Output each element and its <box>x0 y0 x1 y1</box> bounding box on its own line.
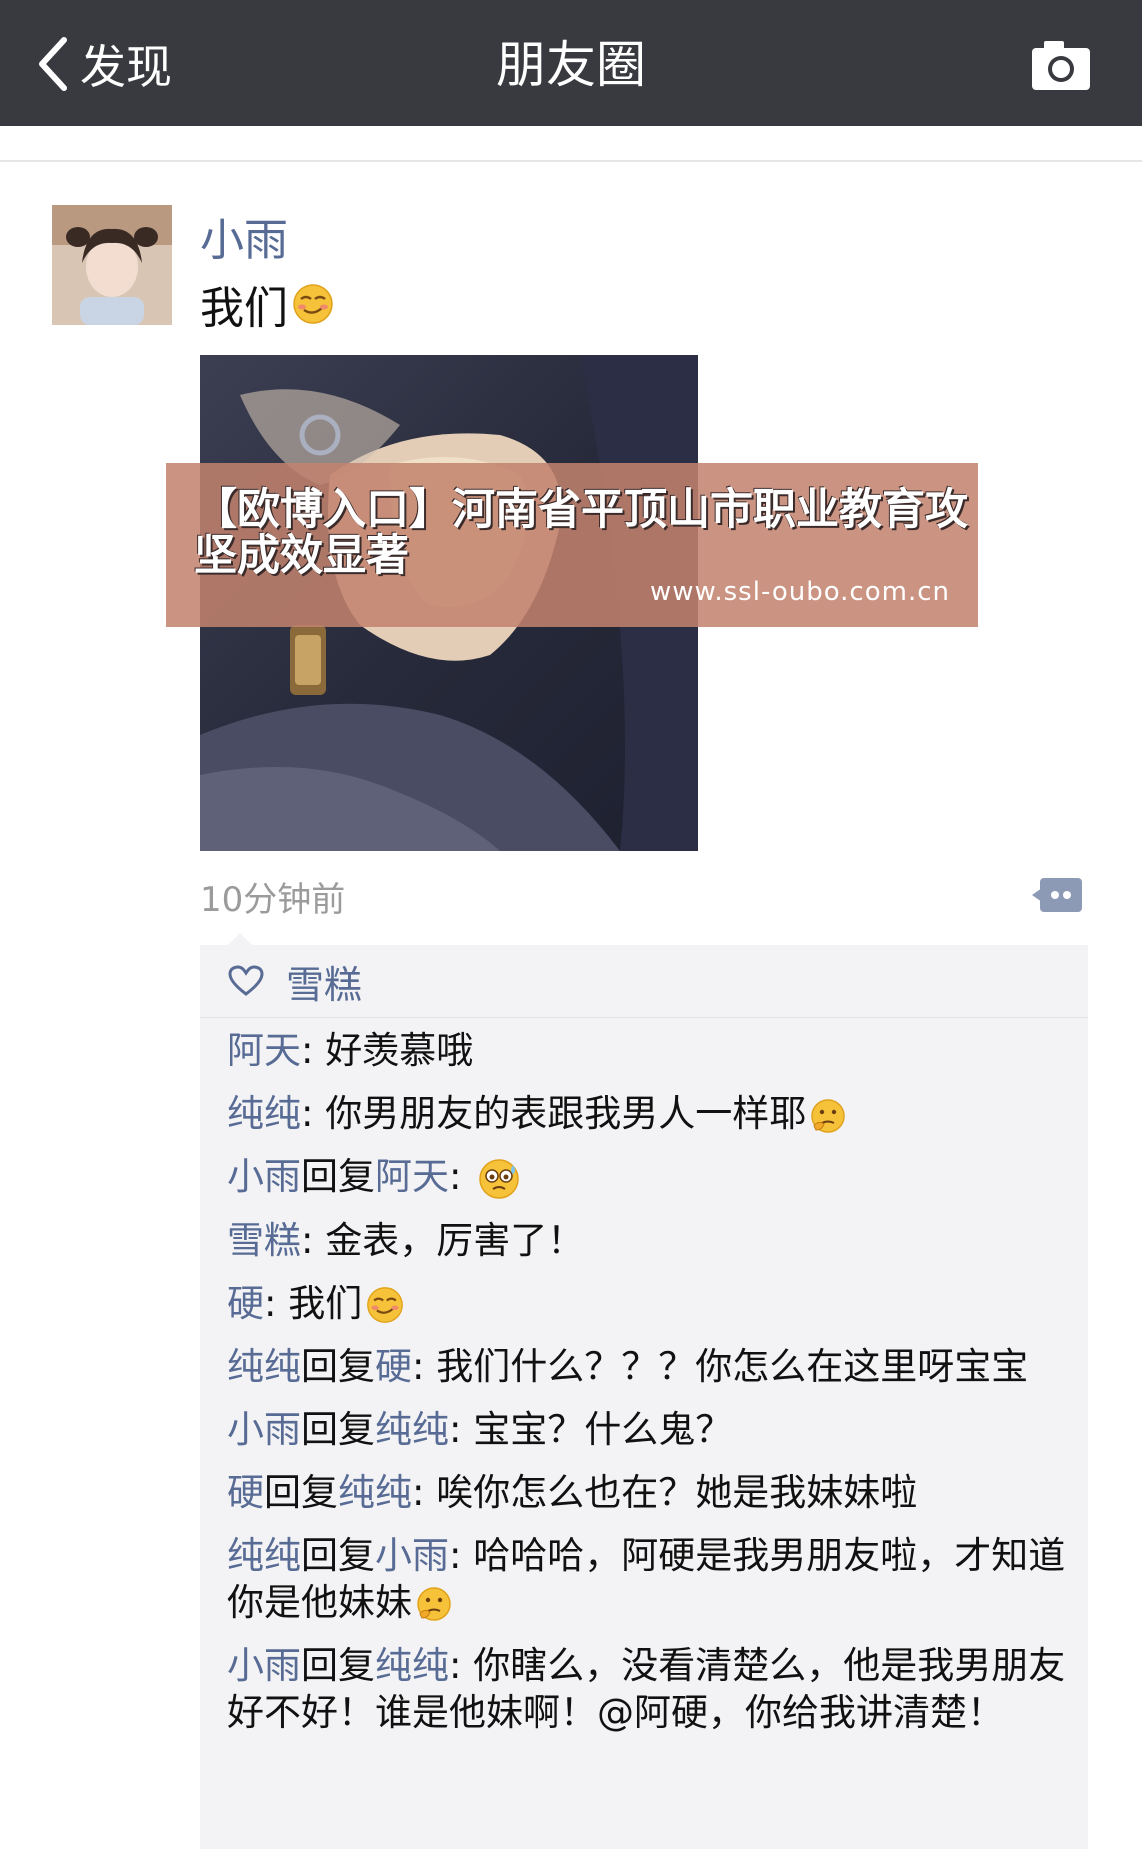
comment-text: 金表，厉害了！ <box>325 1218 585 1262</box>
comment-author[interactable]: 硬 <box>227 1282 264 1325</box>
post-author-name[interactable]: 小雨 <box>200 204 288 268</box>
comment-list: 阿天: 好羡慕哦 纯纯: 你男朋友的表跟我男人一样耶 小雨回复阿天: 雪糕: 金表，… <box>227 1027 1067 1752</box>
comment-colon: : <box>301 1218 326 1262</box>
like-user-name[interactable]: 雪糕 <box>286 954 362 1009</box>
avatar[interactable] <box>52 205 172 325</box>
comment-text: 好羡慕哦 <box>325 1029 474 1072</box>
reply-target[interactable]: 纯纯 <box>375 1408 449 1451</box>
comment-row[interactable]: 纯纯回复小雨: 哈哈哈，阿硬是我男朋友啦，才知道你是他妹妹 <box>227 1532 1067 1626</box>
reply-target[interactable]: 阿天 <box>375 1155 449 1198</box>
comment-author[interactable]: 雪糕 <box>227 1219 301 1262</box>
reply-target[interactable]: 小雨 <box>375 1534 449 1577</box>
top-separator <box>0 126 1142 162</box>
comment-author[interactable]: 阿天 <box>227 1029 301 1072</box>
comment-row[interactable]: 硬回复纯纯: 唉你怎么也在？她是我妹妹啦 <box>227 1469 1067 1516</box>
girl-avatar-icon <box>52 205 172 325</box>
comment-menu-icon[interactable] <box>1032 876 1084 914</box>
comment-colon: : <box>449 1643 474 1687</box>
reply-word: 回复 <box>301 1155 375 1198</box>
ad-title: 【欧博入口】河南省平顶山市职业教育攻坚成效显著 <box>194 485 968 581</box>
comment-author[interactable]: 纯纯 <box>227 1092 301 1135</box>
comment-colon: : <box>449 1155 474 1198</box>
comments-pointer <box>228 933 252 945</box>
comment-row[interactable]: 小雨回复阿天: <box>227 1153 1067 1201</box>
reply-word: 回复 <box>301 1643 375 1687</box>
comment-colon: : <box>412 1470 437 1514</box>
comment-colon: : <box>301 1029 326 1072</box>
reply-target[interactable]: 纯纯 <box>375 1644 449 1687</box>
comment-row[interactable]: 小雨回复纯纯: 你瞎么，没看清楚么，他是我男朋友好不好！谁是他妹啊！@阿硬，你给… <box>227 1642 1067 1736</box>
post-timestamp: 10分钟前 <box>200 880 346 920</box>
reply-word: 回复 <box>301 1407 375 1451</box>
comment-author[interactable]: 纯纯 <box>227 1534 301 1577</box>
comment-row[interactable]: 硬: 我们 <box>227 1280 1067 1327</box>
post-text: 我们 <box>200 272 334 336</box>
comment-row[interactable]: 纯纯: 你男朋友的表跟我男人一样耶 <box>227 1090 1067 1137</box>
comment-row[interactable]: 雪糕: 金表，厉害了！ <box>227 1217 1067 1264</box>
comment-author[interactable]: 硬 <box>227 1471 264 1514</box>
likes-row: 雪糕 <box>200 945 1088 1018</box>
reply-target[interactable]: 硬 <box>375 1345 412 1388</box>
comment-colon: : <box>301 1092 326 1135</box>
smug-emoji <box>293 284 333 324</box>
smug-emoji <box>367 1287 404 1323</box>
comment-text: 唉你怎么也在？她是我妹妹啦 <box>436 1470 918 1514</box>
reply-word: 回复 <box>264 1470 338 1514</box>
ad-banner[interactable]: 【欧博入口】河南省平顶山市职业教育攻坚成效显著 www.ssl-oubo.com… <box>166 463 978 627</box>
thinking-emoji <box>417 1587 451 1621</box>
comment-row[interactable]: 阿天: 好羡慕哦 <box>227 1027 1067 1074</box>
comment-text: 你男朋友的表跟我男人一样耶 <box>325 1092 807 1135</box>
comment-row[interactable]: 小雨回复纯纯: 宝宝？什么鬼？ <box>227 1406 1067 1453</box>
comment-author[interactable]: 小雨 <box>227 1155 301 1198</box>
ad-url: www.ssl-oubo.com.cn <box>649 577 950 607</box>
comment-text: 我们 <box>288 1281 363 1325</box>
reply-word: 回复 <box>301 1344 375 1388</box>
comment-row[interactable]: 纯纯回复硬: 我们什么？？？你怎么在这里呀宝宝 <box>227 1343 1067 1390</box>
heart-icon <box>228 965 264 996</box>
camera-icon[interactable] <box>1030 38 1092 92</box>
comment-author[interactable]: 纯纯 <box>227 1345 301 1388</box>
comment-text: 我们什么？？？你怎么在这里呀宝宝 <box>436 1344 1029 1388</box>
reply-target[interactable]: 纯纯 <box>338 1471 412 1514</box>
comment-colon: : <box>449 1407 474 1451</box>
comment-author[interactable]: 小雨 <box>227 1408 301 1451</box>
comment-text: 宝宝？什么鬼？ <box>473 1407 733 1451</box>
comment-colon: : <box>449 1533 474 1577</box>
thinking-emoji <box>811 1098 845 1133</box>
comment-colon: : <box>412 1344 437 1388</box>
comments-panel: 雪糕 阿天: 好羡慕哦 纯纯: 你男朋友的表跟我男人一样耶 小雨回复阿天: 雪糕: … <box>200 945 1088 1849</box>
comment-colon: : <box>264 1281 289 1325</box>
comment-author[interactable]: 小雨 <box>227 1644 301 1687</box>
sweat-emoji <box>479 1158 519 1199</box>
reply-word: 回复 <box>301 1533 375 1577</box>
nav-bar: 发现 朋友圈 <box>0 0 1142 126</box>
post-text-content: 我们 <box>200 283 288 334</box>
page-title: 朋友圈 <box>496 36 646 94</box>
